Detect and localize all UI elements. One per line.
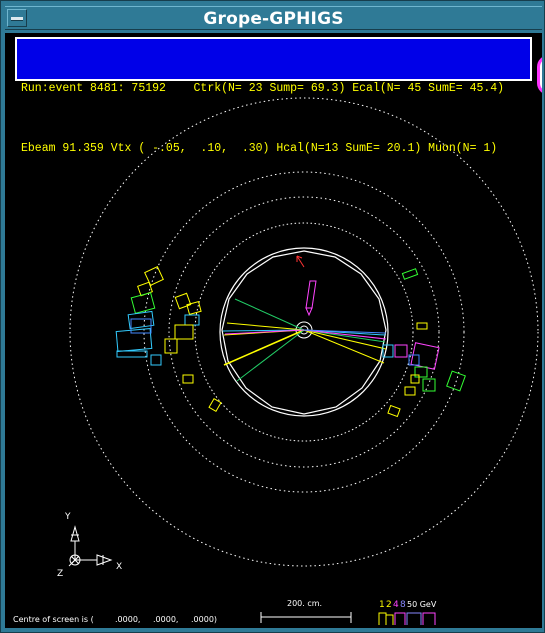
event-display-canvas[interactable]: Y X Z Centre of screen is ( .0000, .0000… <box>5 33 542 628</box>
muon-arrow-head <box>305 307 313 317</box>
track-green-1 <box>234 298 305 331</box>
muon-arrow <box>305 280 317 309</box>
ecal-block <box>394 344 408 358</box>
energy-digit-4: 4 <box>393 600 399 610</box>
event-info-line-2: Ebeam 91.359 Vtx ( -.05, .10, .30) Hcal(… <box>21 142 498 155</box>
energy-digit-2: 2 <box>386 600 392 610</box>
hcal-ring-inner <box>168 196 440 468</box>
track-yellow-3 <box>226 322 305 331</box>
centre-x: .0000, <box>115 615 140 624</box>
track-yellow-1 <box>223 329 305 366</box>
axis-indicator <box>68 525 113 567</box>
ecal-block <box>186 301 202 315</box>
ecal-block <box>387 404 401 418</box>
window-title: Grope-GPHIGS <box>203 9 344 29</box>
ecal-block <box>401 268 419 280</box>
ecal-block <box>416 322 428 330</box>
energy-digit-1: 1 <box>379 600 385 610</box>
event-info-panel: Run:event 8481: 75192 Ctrk(N= 23 Sump= 6… <box>15 37 532 155</box>
scale-label: 200. cm. <box>287 599 322 608</box>
ecal-block <box>127 310 155 330</box>
ecal-block <box>115 328 153 352</box>
ecal-block <box>174 292 192 310</box>
energy-legend: 1 2 4 8 50 GeV <box>378 600 437 625</box>
scale-bar <box>260 612 352 623</box>
ecal-hits-left <box>115 266 222 413</box>
hcal-ring-outer <box>143 171 465 493</box>
ecal-block <box>164 338 178 354</box>
energy-label: 50 GeV <box>407 600 437 609</box>
ecal-hits-right <box>382 268 466 418</box>
event-info-line-1: Run:event 8481: 75192 Ctrk(N= 23 Sump= 6… <box>21 82 505 95</box>
ecal-block <box>174 324 194 340</box>
track-yellow-4 <box>303 329 385 364</box>
event-marker-icon <box>537 55 542 95</box>
ecal-ring <box>194 222 414 442</box>
axis-label-y: Y <box>64 512 71 522</box>
centre-z: .0000) <box>191 615 217 624</box>
axis-label-z: Z <box>57 569 63 579</box>
centre-y: .0000, <box>153 615 178 624</box>
ecal-block <box>182 374 194 384</box>
energy-digit-8: 8 <box>400 600 406 610</box>
ecal-block <box>404 386 416 396</box>
application-window: Grope-GPHIGS Y X Z Centre of screen is (… <box>0 0 545 633</box>
centre-label: Centre of screen is ( <box>13 615 94 624</box>
ecal-block <box>422 378 436 392</box>
ecal-block <box>130 292 156 314</box>
axis-label-x: X <box>116 562 122 572</box>
ecal-block <box>116 350 148 358</box>
ecal-block <box>150 354 162 366</box>
title-bar[interactable]: Grope-GPHIGS <box>5 6 542 30</box>
ecal-block <box>184 314 200 326</box>
